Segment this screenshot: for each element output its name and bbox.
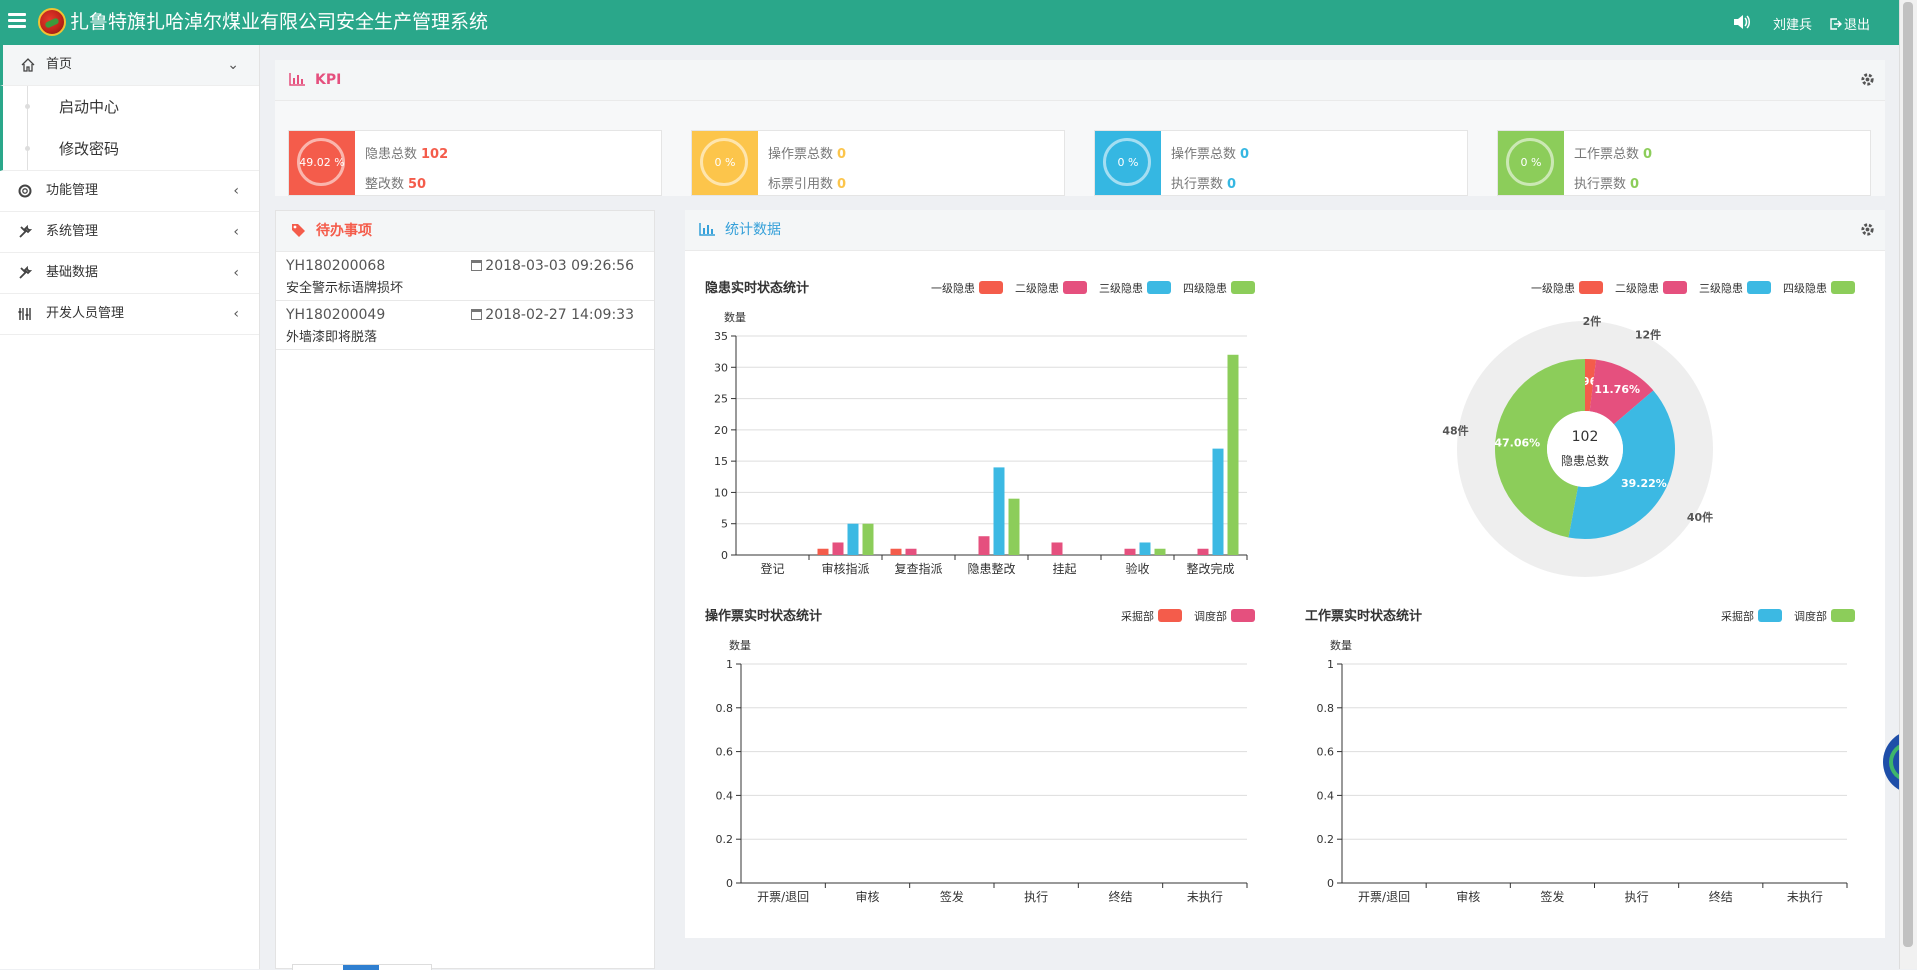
gear-icon[interactable] [1860, 222, 1875, 237]
todo-date-value: 2018-02-27 14:09:33 [485, 307, 634, 323]
sidebar-subitem-change-password[interactable]: 修改密码 [3, 128, 259, 170]
kpi-label: 标票引用数 [768, 177, 834, 192]
tools-icon [19, 225, 32, 238]
top-bar: 扎鲁特旗扎哈淖尔煤业有限公司安全生产管理系统 刘建兵 退出 [0, 0, 1900, 45]
kpi-card-work-ticket[interactable]: 0 % 工作票总数 0 执行票数 0 [1497, 130, 1871, 196]
kpi-label: 执行票数 [1171, 177, 1224, 192]
kpi-value: 0 [1227, 177, 1237, 192]
kpi-percent: 0 % [714, 156, 736, 169]
page-scrollbar[interactable] [1899, 0, 1917, 969]
todo-title: 待办事项 [316, 223, 372, 239]
todo-header: 待办事项 [276, 211, 654, 252]
kpi-panel: KPI 49.02 % 隐患总数 102 整改数 50 0 % 操作票总数 0 标票引… [275, 60, 1885, 196]
kpi-value: 0 [1240, 147, 1250, 162]
todo-item[interactable]: YH180200049 2018-02-27 14:09:33 外墙漆即将脱落 [276, 301, 654, 350]
kpi-label: 隐患总数 [365, 147, 418, 162]
kpi-label: 操作票总数 [1171, 147, 1237, 162]
kpi-label: 操作票总数 [768, 147, 834, 162]
todo-id: YH180200049 [286, 307, 386, 323]
kpi-value: 102 [421, 147, 449, 162]
gear-icon[interactable] [1860, 72, 1875, 87]
logout-icon [1830, 18, 1842, 30]
calendar-icon [471, 309, 483, 320]
pagination[interactable] [292, 964, 432, 970]
kpi-percent: 49.02 % [299, 156, 345, 169]
kpi-progress: 0 % [1498, 131, 1564, 195]
scrollbar-thumb[interactable] [1903, 2, 1913, 947]
sidebar-item-system-management[interactable]: 系统管理 ‹ [0, 212, 259, 253]
kpi-value: 0 [1630, 177, 1640, 192]
sidebar-item-label: 系统管理 [46, 224, 99, 239]
chevron-left-icon: ‹ [233, 265, 239, 281]
kpi-label: 执行票数 [1574, 177, 1627, 192]
todo-date-value: 2018-03-03 09:26:56 [485, 258, 634, 274]
sidebar-item-basic-data[interactable]: 基础数据 ‹ [0, 253, 259, 294]
sidebar-item-label: 首页 [46, 57, 73, 72]
kpi-value: 50 [408, 177, 427, 192]
sidebar-item-label: 功能管理 [46, 183, 99, 198]
kpi-value: 0 [1643, 147, 1653, 162]
kpi-percent: 0 % [1520, 156, 1542, 169]
todo-item[interactable]: YH180200068 2018-03-03 09:26:56 安全警示标语牌损… [276, 252, 654, 301]
logout-button[interactable]: 退出 [1830, 14, 1870, 33]
pagination-active [343, 965, 379, 970]
todo-date: 2018-03-03 09:26:56 [471, 258, 634, 274]
kpi-title: KPI [315, 72, 342, 88]
kpi-label: 工作票总数 [1574, 147, 1640, 162]
kpi-header: KPI [275, 60, 1885, 101]
todo-date: 2018-02-27 14:09:33 [471, 307, 634, 323]
company-logo [38, 8, 66, 36]
todo-description: 安全警示标语牌损坏 [286, 281, 404, 296]
todo-id: YH180200068 [286, 258, 386, 274]
kpi-progress: 49.02 % [289, 131, 355, 195]
life-ring-icon [18, 184, 32, 198]
sidebar-item-function-management[interactable]: 功能管理 ‹ [0, 171, 259, 212]
logout-label: 退出 [1843, 18, 1870, 33]
stats-title: 统计数据 [725, 222, 781, 238]
sidebar: 首页 ⌄ 启动中心 修改密码 功能管理 ‹ 系统管理 ‹ 基础数据 ‹ 开发人员… [0, 45, 260, 969]
app-title: 扎鲁特旗扎哈淖尔煤业有限公司安全生产管理系统 [70, 11, 489, 33]
sidebar-item-developer-management[interactable]: 开发人员管理 ‹ [0, 294, 259, 335]
todo-panel: 待办事项 YH180200068 2018-03-03 09:26:56 安全警… [275, 210, 655, 969]
kpi-percent: 0 % [1117, 156, 1139, 169]
stats-header: 统计数据 [685, 210, 1885, 251]
kpi-progress: 0 % [692, 131, 758, 195]
home-icon [21, 58, 35, 72]
kpi-card-operation-ticket[interactable]: 0 % 操作票总数 0 标票引用数 0 [691, 130, 1065, 196]
menu-toggle-icon[interactable] [8, 13, 26, 31]
tags-icon [292, 224, 305, 237]
chevron-left-icon: ‹ [233, 224, 239, 240]
chevron-left-icon: ‹ [233, 183, 239, 199]
tools-icon [19, 266, 32, 279]
volume-icon[interactable] [1733, 14, 1751, 33]
kpi-value: 0 [837, 177, 847, 192]
kpi-card-operation-execution[interactable]: 0 % 操作票总数 0 执行票数 0 [1094, 130, 1468, 196]
kpi-value: 0 [837, 147, 847, 162]
chevron-left-icon: ‹ [233, 306, 239, 322]
user-name[interactable]: 刘建兵 [1773, 14, 1812, 33]
bar-chart-icon [699, 223, 715, 236]
kpi-card-hazard[interactable]: 49.02 % 隐患总数 102 整改数 50 [288, 130, 662, 196]
bar-chart-icon [289, 73, 305, 86]
sidebar-item-label: 基础数据 [46, 265, 99, 280]
sidebar-item-home[interactable]: 首页 ⌄ [0, 45, 259, 86]
chevron-down-icon: ⌄ [227, 57, 239, 73]
kpi-label: 整改数 [365, 177, 405, 192]
kpi-progress: 0 % [1095, 131, 1161, 195]
calendar-icon [471, 260, 483, 271]
sidebar-item-label: 开发人员管理 [46, 306, 125, 321]
stats-panel: 统计数据 [685, 210, 1885, 938]
sidebar-subitem-launch-center[interactable]: 启动中心 [3, 86, 259, 128]
sliders-icon [18, 308, 31, 320]
todo-description: 外墙漆即将脱落 [286, 330, 378, 345]
